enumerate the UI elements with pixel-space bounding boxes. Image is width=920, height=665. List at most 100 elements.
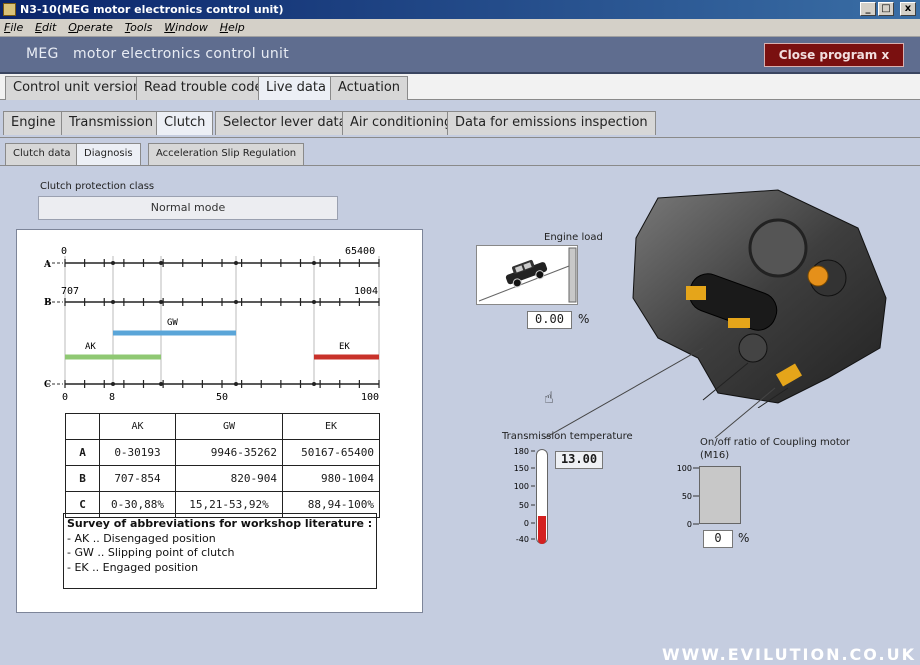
table-header-cell: GW: [175, 413, 283, 440]
table-cell: 980-1004: [282, 465, 380, 492]
tab-clutch[interactable]: Clutch: [156, 111, 214, 135]
maximize-button[interactable]: □: [878, 2, 894, 16]
table-header-row: AK GW EK: [65, 413, 380, 440]
menu-file[interactable]: File: [0, 19, 27, 37]
coupling-label: On/off ratio of Coupling motor: [700, 437, 851, 448]
tab-clutch-data[interactable]: Clutch data: [5, 143, 79, 165]
range-marker-dot: [312, 300, 316, 304]
thermometer-tick-label: 180: [514, 447, 529, 456]
car-icon: [505, 259, 548, 288]
thermometer-ticks: 180 150 100 50 0 -40: [514, 447, 535, 544]
menu-edit[interactable]: Edit: [31, 19, 60, 37]
main-tabs: Control unit version Read trouble code L…: [0, 74, 920, 100]
app-header: MEG motor electronics control unit Close…: [0, 37, 920, 74]
coupling-tick-label: 0: [687, 520, 692, 529]
window-title-bar: N3-10(MEG motor electronics control unit…: [0, 0, 920, 19]
tab-actuation[interactable]: Actuation: [330, 76, 409, 100]
scale-c-min: 0: [62, 392, 68, 403]
menu-operate[interactable]: Operate: [64, 19, 117, 37]
tab-transmission[interactable]: Transmission: [61, 111, 161, 135]
range-marker-dot: [312, 382, 316, 386]
coupling-ratio-bar: [699, 466, 741, 524]
trans-temp-value: 13.00: [555, 451, 603, 469]
tab-acceleration-slip-regulation[interactable]: Acceleration Slip Regulation: [148, 143, 305, 165]
coupling-value: 0: [703, 530, 733, 548]
close-program-button[interactable]: Close program x: [764, 43, 904, 67]
scale-a-min: 0: [61, 246, 67, 257]
table-header-cell: [65, 413, 100, 440]
callout-temperature: [545, 348, 704, 439]
survey-title: Survey of abbreviations for workshop lit…: [67, 517, 373, 530]
abbreviation-survey: Survey of abbreviations for workshop lit…: [63, 513, 377, 589]
tab-read-trouble-code[interactable]: Read trouble code: [136, 76, 271, 100]
tab-control-unit-version[interactable]: Control unit version: [5, 76, 150, 100]
table-cell: 50167-65400: [282, 439, 380, 466]
range-marker-dot: [234, 261, 238, 265]
scale-c-extra: 8: [109, 392, 115, 403]
range-marker-dot: [234, 382, 238, 386]
callout-lines: [545, 348, 776, 439]
menu-window[interactable]: Window: [160, 19, 212, 37]
scale-b-min: 707: [61, 286, 79, 297]
scale-c-letter: C: [44, 380, 51, 390]
tab-air-conditioning[interactable]: Air conditioning: [342, 111, 461, 135]
minimize-button[interactable]: _: [860, 2, 876, 16]
tab-live-data[interactable]: Live data: [258, 76, 334, 100]
range-gw-label: GW: [167, 318, 178, 328]
thermometer-tick-label: 100: [514, 482, 529, 491]
range-marker-dot: [111, 261, 115, 265]
tab-selector-lever-data[interactable]: Selector lever data: [215, 111, 355, 135]
system-tabs: Engine Transmission Clutch Selector leve…: [0, 100, 920, 138]
orange-plug: [728, 318, 750, 328]
thermometer-tick-label: -40: [516, 535, 529, 544]
close-window-button[interactable]: x: [900, 2, 916, 16]
range-marker-dot: [159, 261, 163, 265]
scale-b-max: 1004: [354, 286, 378, 297]
table-cell: 707-854: [99, 465, 176, 492]
hand-cursor-icon: ☝: [544, 388, 554, 407]
menu-help[interactable]: Help: [216, 19, 249, 37]
table-row: B 707-854 820-904 980-1004: [65, 465, 380, 492]
table-header-cell: EK: [282, 413, 380, 440]
window-title: N3-10(MEG motor electronics control unit…: [20, 3, 284, 16]
scale-a-max: 65400: [345, 246, 375, 257]
scale-c-max: 100: [361, 392, 379, 403]
thermometer-fill: [538, 516, 546, 544]
engine-load-bar: [568, 247, 577, 303]
tab-engine[interactable]: Engine: [3, 111, 64, 135]
table-cell: 820-904: [175, 465, 283, 492]
table-header-cell: AK: [99, 413, 176, 440]
engine-load-unit: %: [578, 312, 590, 326]
table-cell: A: [65, 439, 100, 466]
survey-item: - EK .. Engaged position: [67, 560, 199, 574]
abbreviation-table: AK GW EK A 0-30193 9946-35262 50167-6540…: [65, 413, 380, 518]
scale-c-mid: 50: [216, 392, 228, 403]
sub-tabs: Clutch data Diagnosis Acceleration Slip …: [0, 138, 920, 166]
thermometer-scale: 180 150 100 50 0 -40: [514, 447, 535, 544]
clutch-protection-label: Clutch protection class: [40, 181, 155, 192]
survey-item: - GW .. Slipping point of clutch: [67, 546, 235, 559]
coupling-ticks: 100 50 0: [677, 464, 699, 529]
menu-bar: File Edit Operate Tools Window Help: [0, 19, 920, 37]
coupling-scale: 100 50 0: [677, 464, 699, 529]
clutch-diagram-panel: 0 65400 A 707 1004 B GW AK EK C 0 8 50 1…: [16, 229, 423, 613]
header-brand: MEG: [26, 46, 59, 62]
engine-load-gauge: [476, 245, 578, 305]
scale-b-letter: B: [44, 298, 52, 308]
thermometer-tick-label: 150: [514, 464, 529, 473]
coupling-tick-label: 100: [677, 464, 692, 473]
range-marker-dot: [111, 382, 115, 386]
tab-emissions-data[interactable]: Data for emissions inspection: [447, 111, 656, 135]
orange-plug: [686, 286, 706, 300]
coupling-tick-label: 50: [682, 492, 692, 501]
header-subtitle: motor electronics control unit: [72, 46, 290, 62]
menu-tools[interactable]: Tools: [121, 19, 157, 37]
range-ek-label: EK: [339, 342, 350, 352]
coupling-unit: %: [738, 531, 750, 545]
engine-load-value: 0.00: [527, 311, 572, 329]
header-title: MEG motor electronics control unit: [26, 46, 289, 62]
tab-diagnosis[interactable]: Diagnosis: [76, 143, 141, 165]
survey-item: - AK .. Disengaged position: [67, 531, 216, 545]
clutch-protection-value: Normal mode: [38, 196, 338, 220]
table-cell: B: [65, 465, 100, 492]
